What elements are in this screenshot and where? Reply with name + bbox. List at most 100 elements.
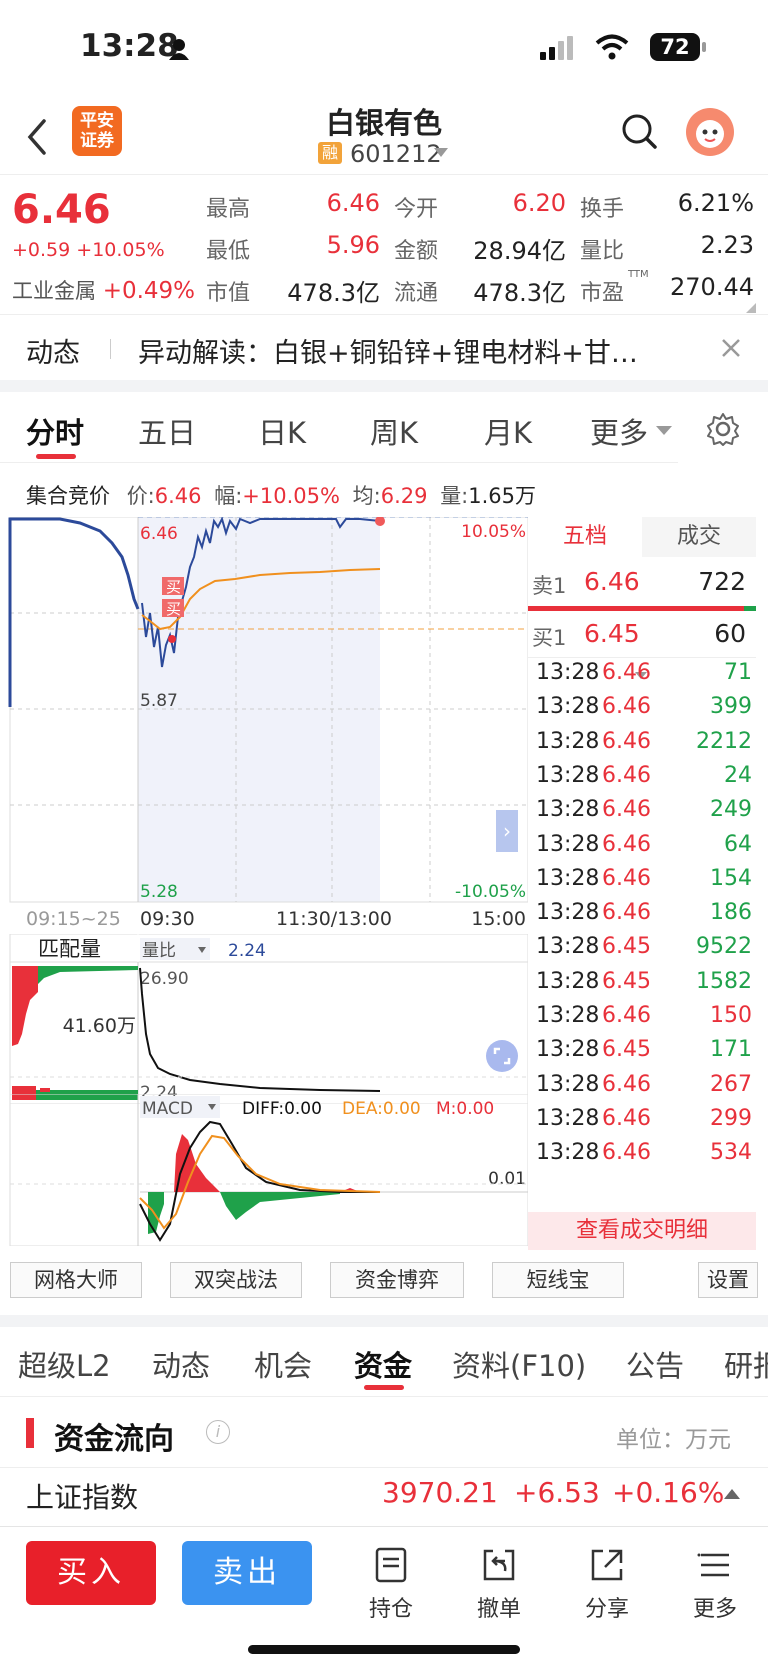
open-value: 6.20 <box>512 189 566 217</box>
expand-corner-icon[interactable] <box>746 303 756 313</box>
intraday-chart[interactable]: 买 买 6.46 5.87 5.28 10.05% -10.05% 09:15~… <box>0 517 528 927</box>
fullscreen-button[interactable] <box>486 1040 518 1072</box>
tab-capital[interactable]: 资金 <box>354 1343 412 1385</box>
trade-price: 6.46 <box>602 865 651 891</box>
nav-more[interactable]: 更多 <box>680 1547 750 1623</box>
trade-price: 6.46 <box>602 1105 651 1131</box>
news-bar[interactable]: 动态 异动解读：白银+铜铅锌+锂电材料+甘… <box>0 314 768 380</box>
low-value: 5.96 <box>326 231 380 259</box>
tool-short-line[interactable]: 短线宝 <box>492 1262 624 1298</box>
trade-volume: 186 <box>710 900 752 926</box>
tab-announcements[interactable]: 公告 <box>626 1343 684 1385</box>
match-value: 41.60万 <box>63 1015 136 1037</box>
macd-label: MACD <box>142 1099 193 1119</box>
caret-up-icon[interactable] <box>724 1488 740 1500</box>
info-icon[interactable]: i <box>206 1420 230 1444</box>
trade-price: 6.46 <box>602 1003 651 1028</box>
close-icon[interactable] <box>720 337 742 359</box>
tool-double-break[interactable]: 双突战法 <box>170 1262 302 1298</box>
trade-row: 13:28 6.46 154 <box>532 866 756 900</box>
tab-opportunity[interactable]: 机会 <box>254 1343 312 1385</box>
avatar[interactable] <box>686 108 734 156</box>
tab-intraday[interactable]: 分时 <box>26 410 84 452</box>
trade-time: 13:28 <box>536 797 600 823</box>
buy-button[interactable]: 买入 <box>26 1541 156 1605</box>
sell-button[interactable]: 卖出 <box>182 1541 312 1605</box>
fullscreen-icon[interactable] <box>486 1040 518 1072</box>
section-separator <box>0 1315 768 1327</box>
gear-icon[interactable] <box>706 412 740 446</box>
sector[interactable]: 工业金属 +0.49% <box>12 275 195 305</box>
home-indicator <box>248 1645 520 1654</box>
match-bar-red <box>40 1088 50 1092</box>
open-label: 今开 <box>394 197 439 222</box>
trade-time: 13:28 <box>536 831 600 857</box>
battery-level: 72 <box>660 35 690 59</box>
tab-research[interactable]: 研报 <box>724 1343 768 1385</box>
status-time: 13:28 <box>80 28 179 64</box>
trade-volume: 154 <box>710 865 752 891</box>
trade-row: 13:28 6.45 1582 <box>532 969 756 1003</box>
axis-mid-price: 5.87 <box>140 691 178 711</box>
buy-marker-text: 买 <box>166 600 181 618</box>
tool-settings[interactable]: 设置 <box>698 1262 758 1298</box>
trade-volume: 71 <box>724 660 752 685</box>
tab-news[interactable]: 动态 <box>152 1343 210 1385</box>
trade-time: 13:28 <box>536 694 600 720</box>
buy-marker-text: 买 <box>166 578 181 596</box>
trade-time: 13:28 <box>536 1105 600 1131</box>
trade-row: 13:28 6.46 249 <box>532 797 756 831</box>
trade-time: 13:28 <box>536 728 600 754</box>
more-caret-icon[interactable] <box>656 426 672 436</box>
auction-amp-label: 幅: <box>214 484 243 508</box>
sell1-row[interactable]: 卖1 6.46 722 <box>528 560 756 606</box>
last-price: 6.46 <box>12 187 111 233</box>
expand-panel-button[interactable]: › <box>496 810 518 852</box>
tool-grid-master[interactable]: 网格大师 <box>10 1262 142 1298</box>
trade-price: 6.46 <box>602 900 651 926</box>
trade-time: 13:28 <box>536 1003 600 1028</box>
nav-share[interactable]: 分享 <box>572 1547 642 1623</box>
person-icon <box>169 39 189 60</box>
trade-row: 13:28 6.46 150 <box>532 1003 756 1037</box>
tab-super-l2[interactable]: 超级L2 <box>18 1343 111 1385</box>
trade-row: 13:28 6.46 186 <box>532 900 756 934</box>
search-icon[interactable] <box>620 112 660 152</box>
nav-holdings[interactable]: 持仓 <box>356 1547 426 1623</box>
trade-volume: 2212 <box>696 728 752 754</box>
trade-time: 13:28 <box>536 762 600 788</box>
view-trades-button[interactable]: 查看成交明细 <box>528 1212 756 1250</box>
trade-volume: 299 <box>710 1105 752 1131</box>
tool-capital-game[interactable]: 资金博弈 <box>330 1262 464 1298</box>
macd-chart[interactable]: MACD DIFF:0.00 DEA:0.00 M:0.00 0.01 <box>0 1094 528 1246</box>
nav-cancel[interactable]: 撤单 <box>464 1547 534 1623</box>
change-abs: +0.59 <box>12 239 71 261</box>
tab-more[interactable]: 更多 <box>590 410 648 452</box>
news-text[interactable]: 异动解读：白银+铜铅锌+锂电材料+甘… <box>138 331 638 370</box>
tab-f10[interactable]: 资料(F10) <box>452 1343 586 1385</box>
match-volume-chart[interactable]: 量比 2.24 匹配量 41.60万 26.90 2.24 <box>0 934 528 1104</box>
pe-label: 市盈 <box>580 281 625 306</box>
header: 平安证券 白银有色 融 601212 <box>0 100 768 174</box>
pe-value: 270.44 <box>670 273 754 301</box>
stock-code[interactable]: 601212 <box>350 140 442 168</box>
axis-bottom-price: 5.28 <box>140 882 178 902</box>
trade-point <box>168 635 176 643</box>
tab-day-k[interactable]: 日K <box>258 410 306 452</box>
index-row[interactable]: 上证指数 3970.21 +6.53 +0.16% <box>0 1468 768 1526</box>
tab-five-level[interactable]: 五档 <box>528 517 642 557</box>
news-tag: 动态 <box>26 338 80 369</box>
chart-tabs: 分时 五日 日K 周K 月K 更多 <box>0 392 768 464</box>
tab-month-k[interactable]: 月K <box>484 410 532 452</box>
macd-diff: DIFF:0.00 <box>242 1099 322 1119</box>
tab-deals[interactable]: 成交 <box>642 517 756 557</box>
caret-down-icon[interactable] <box>434 148 448 158</box>
trade-row: 13:28 6.46 24 <box>532 763 756 797</box>
tab-five-day[interactable]: 五日 <box>138 410 196 452</box>
section-separator <box>0 380 768 392</box>
trade-row: 13:28 6.46 2212 <box>532 729 756 763</box>
tab-week-k[interactable]: 周K <box>370 410 418 452</box>
trade-row: 13:28 6.46 64 <box>532 832 756 866</box>
buy1-row[interactable]: 买1 6.45 60 <box>528 614 756 658</box>
trade-time: 13:28 <box>536 1140 600 1166</box>
